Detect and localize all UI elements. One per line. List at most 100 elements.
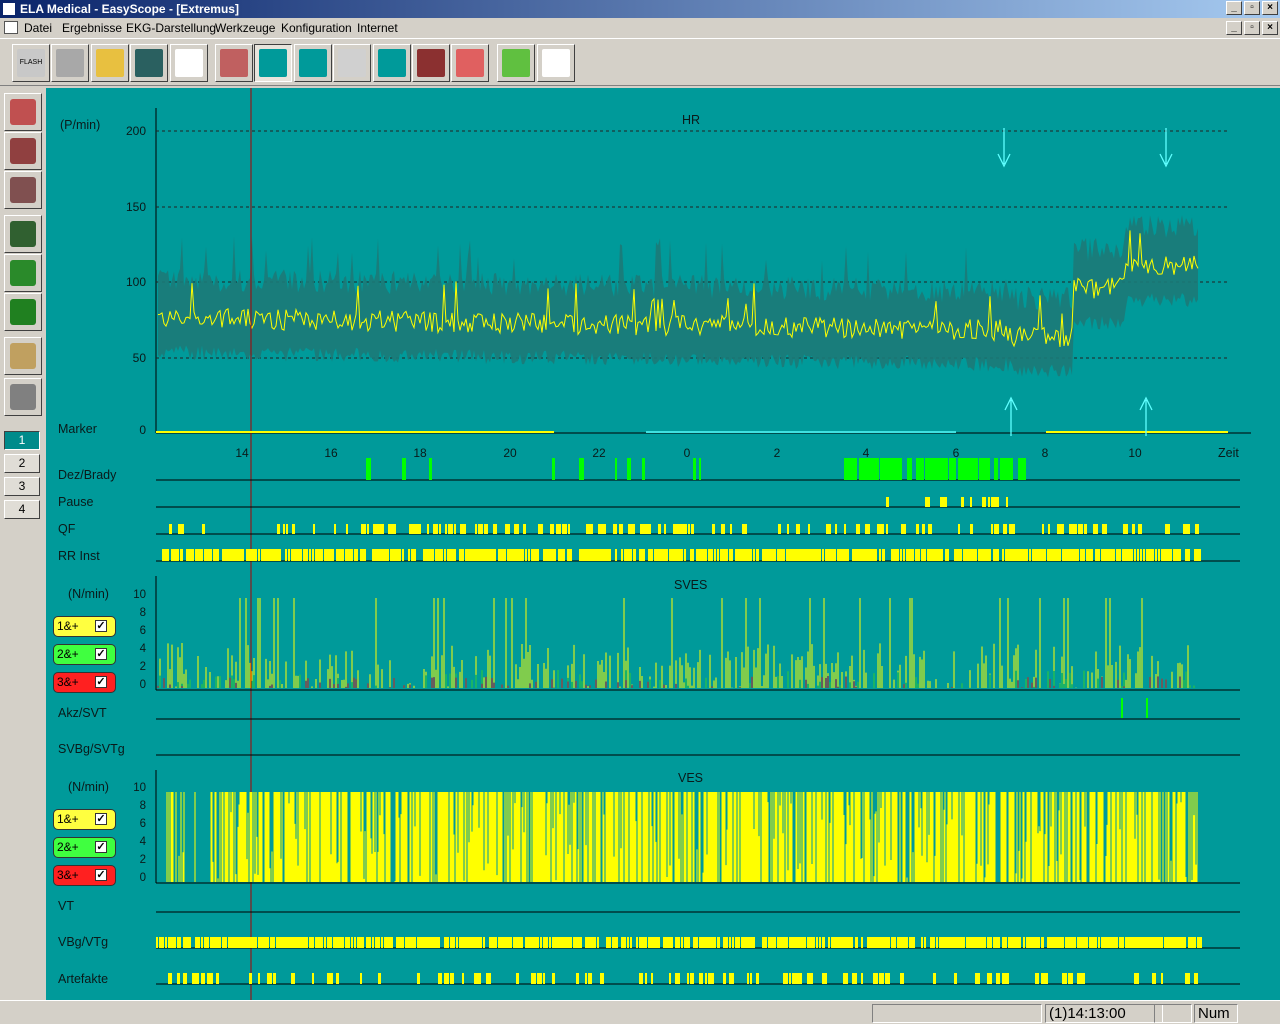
rr-mark <box>444 549 446 561</box>
checkbox-checked-icon[interactable]: ✓ <box>95 813 107 825</box>
rr-mark <box>1041 549 1046 561</box>
artefakt-mark <box>417 973 420 984</box>
brady-mark <box>988 458 990 480</box>
flash-button[interactable]: FLASH <box>12 44 50 82</box>
trend-nva-button[interactable] <box>215 44 253 82</box>
full-disclosure-icon <box>10 138 36 164</box>
snapshot-icon <box>10 221 36 247</box>
hr-unit-label: (P/min) <box>60 118 101 132</box>
checkbox-checked-icon[interactable]: ✓ <box>95 676 107 688</box>
artefakt-mark <box>336 973 339 984</box>
save-button[interactable] <box>130 44 168 82</box>
superimpose-button[interactable] <box>4 171 42 209</box>
trend-view[interactable]: 200 150 100 50 0 14 16 18 20 22 0 2 4 6 8 10 10 8 6 4 2 0 10 8 6… <box>46 88 1280 1000</box>
qf-mark <box>796 524 800 534</box>
vbg-mark <box>384 937 387 948</box>
vbg-mark <box>1095 937 1097 948</box>
printer-button[interactable] <box>4 378 42 416</box>
blank-sheet-icon <box>338 49 366 77</box>
ecg-view-button[interactable] <box>4 93 42 131</box>
ves-check-2[interactable]: 2&+ ✓ <box>53 837 116 858</box>
trend-canvas[interactable]: 20015010050014 16 18 20 22 0 2 4 6 8 1010864201086… <box>46 88 1280 1000</box>
rr-mark <box>924 549 926 561</box>
vbg-mark <box>552 937 555 948</box>
snapshot-button[interactable] <box>4 215 42 253</box>
rr-mark <box>1107 549 1110 561</box>
rr-mark <box>1029 549 1031 561</box>
vbg-mark <box>714 937 716 948</box>
timer-button[interactable] <box>497 44 535 82</box>
vbg-mark <box>321 937 323 948</box>
page-button-1[interactable]: 1 <box>4 431 40 450</box>
page-button-4[interactable]: 4 <box>4 500 40 519</box>
vbg-mark <box>405 937 408 948</box>
vbg-mark <box>678 937 680 948</box>
ecg-marker-button[interactable] <box>294 44 332 82</box>
row-vbg-vtg: VBg/VTg <box>58 935 109 949</box>
arrow-up-icon <box>1139 396 1153 436</box>
vbg-mark <box>627 937 629 948</box>
mdi-minimize-button[interactable]: _ <box>1226 21 1242 35</box>
ves-check-3[interactable]: 3&+ ✓ <box>53 865 116 886</box>
sves-check-2[interactable]: 2&+ ✓ <box>53 644 116 665</box>
notepad-button[interactable] <box>4 337 42 375</box>
pause-mark <box>943 497 947 507</box>
sves-check-1[interactable]: 1&+ ✓ <box>53 616 116 637</box>
qf-mark <box>856 524 860 534</box>
ves-y-tick: 0 <box>140 872 146 884</box>
menu-ergebnisse[interactable]: Ergebnisse <box>62 18 122 38</box>
checkbox-checked-icon[interactable]: ✓ <box>95 648 107 660</box>
patient-button[interactable] <box>170 44 208 82</box>
mdi-close-button[interactable]: × <box>1262 21 1278 35</box>
checkbox-checked-icon[interactable]: ✓ <box>95 841 107 853</box>
sves-check-3[interactable]: 3&+ ✓ <box>53 672 116 693</box>
blank-button[interactable] <box>333 44 371 82</box>
rr-mark <box>996 549 999 561</box>
magnifier-button[interactable] <box>4 254 42 292</box>
full-disclosure-button[interactable] <box>4 132 42 170</box>
page-button-2[interactable]: 2 <box>4 454 40 473</box>
open-button[interactable] <box>91 44 129 82</box>
rr-mark <box>837 549 840 561</box>
checkbox-checked-icon[interactable]: ✓ <box>95 620 107 632</box>
rr-mark <box>321 549 323 561</box>
vbg-mark <box>282 937 285 948</box>
report-button[interactable] <box>451 44 489 82</box>
brady-mark <box>429 458 432 480</box>
hr-trend-button[interactable] <box>254 44 292 82</box>
mdi-restore-button[interactable]: ▫ <box>1244 21 1260 35</box>
pause-mark <box>961 497 964 507</box>
vbg-mark <box>1005 937 1007 948</box>
minimize-button[interactable]: _ <box>1226 1 1242 15</box>
qf-mark <box>1132 524 1135 534</box>
checkbox-checked-icon[interactable]: ✓ <box>95 869 107 881</box>
menu-werkzeuge[interactable]: Werkzeuge <box>215 18 275 38</box>
fullscreen-ecg-button[interactable] <box>412 44 450 82</box>
rr-mark <box>897 549 899 561</box>
brady-mark <box>699 458 701 480</box>
page-button-3[interactable]: 3 <box>4 477 40 496</box>
vbg-mark <box>444 937 447 948</box>
maximize-button[interactable]: ▫ <box>1244 1 1260 15</box>
rr-mark <box>177 549 179 561</box>
menu-konfiguration[interactable]: Konfiguration <box>281 18 352 38</box>
brady-mark <box>853 458 857 480</box>
menu-internet[interactable]: Internet <box>357 18 398 38</box>
vbg-mark <box>945 937 948 948</box>
trash-button[interactable] <box>4 293 42 331</box>
histogram-button[interactable] <box>373 44 411 82</box>
qf-mark <box>589 524 593 534</box>
menu-datei[interactable]: Datei <box>24 18 52 38</box>
rr-mark <box>354 549 358 561</box>
rr-mark <box>258 549 260 561</box>
document-icon[interactable] <box>4 21 18 34</box>
help-button[interactable] <box>537 44 575 82</box>
close-button[interactable]: × <box>1262 1 1278 15</box>
menu-ekg-darstellung[interactable]: EKG-Darstellung <box>126 18 216 38</box>
ves-check-1[interactable]: 1&+ ✓ <box>53 809 116 830</box>
qf-mark <box>445 524 447 534</box>
camera-device-button[interactable] <box>51 44 89 82</box>
vbg-mark <box>894 937 896 948</box>
artefakt-mark <box>723 973 726 984</box>
artefakt-mark <box>291 973 295 984</box>
